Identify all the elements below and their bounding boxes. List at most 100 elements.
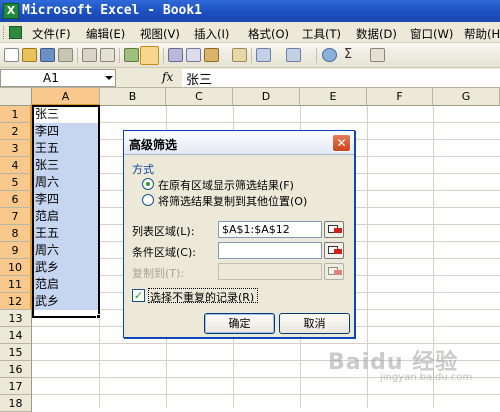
row-header[interactable]: 7 bbox=[0, 208, 32, 225]
menu-tools[interactable]: 工具(T) bbox=[302, 26, 341, 42]
unique-records-label[interactable]: 选择不重复的记录(R) bbox=[150, 289, 254, 305]
cell-a8[interactable]: 王五 bbox=[33, 225, 99, 242]
spelling-icon[interactable] bbox=[124, 48, 139, 62]
row-header[interactable]: 15 bbox=[0, 344, 32, 361]
row-header[interactable]: 10 bbox=[0, 259, 32, 276]
method-group-label: 方式 bbox=[132, 163, 154, 176]
save-icon[interactable] bbox=[40, 48, 55, 62]
column-header-d[interactable]: D bbox=[233, 88, 300, 106]
menu-grip-icon bbox=[3, 26, 6, 39]
autosum-icon[interactable]: Σ bbox=[344, 47, 352, 62]
cell-a2[interactable]: 李四 bbox=[33, 123, 99, 140]
chevron-down-icon[interactable] bbox=[105, 76, 113, 80]
column-header-g[interactable]: G bbox=[433, 88, 500, 106]
list-range-label: 列表区域(L): bbox=[132, 225, 195, 238]
list-range-input[interactable]: $A$1:$A$12 bbox=[218, 221, 322, 238]
collapse-dialog-icon[interactable] bbox=[324, 242, 344, 259]
row-header[interactable]: 8 bbox=[0, 225, 32, 242]
row-header[interactable]: 11 bbox=[0, 276, 32, 293]
row-header[interactable]: 4 bbox=[0, 157, 32, 174]
select-all-corner[interactable] bbox=[0, 88, 32, 106]
copy-to-input bbox=[218, 263, 322, 280]
advanced-filter-dialog: 高级筛选 ✕ 方式 在原有区域显示筛选结果(F) 将筛选结果复制到其他位置(O)… bbox=[123, 130, 355, 338]
cell-a1[interactable]: 张三 bbox=[33, 106, 99, 123]
row-header[interactable]: 14 bbox=[0, 327, 32, 344]
column-header-a[interactable]: A bbox=[32, 88, 100, 106]
criteria-range-input[interactable] bbox=[218, 242, 322, 259]
cut-icon[interactable] bbox=[168, 48, 183, 62]
radio-filter-in-place-label[interactable]: 在原有区域显示筛选结果(F) bbox=[158, 177, 294, 193]
menu-data[interactable]: 数据(D) bbox=[356, 26, 397, 42]
toolbar-separator bbox=[163, 48, 164, 63]
print-icon[interactable] bbox=[82, 48, 97, 62]
cell-a10[interactable]: 武乡 bbox=[33, 259, 99, 276]
window-title: Microsoft Excel - Book1 bbox=[22, 3, 203, 18]
radio-copy-to-label[interactable]: 将筛选结果复制到其他位置(O) bbox=[158, 193, 307, 209]
menu-help[interactable]: 帮助(H) bbox=[464, 26, 500, 42]
copy-to-label: 复制到(T): bbox=[132, 267, 185, 280]
row-header[interactable]: 6 bbox=[0, 191, 32, 208]
permission-icon[interactable] bbox=[58, 48, 73, 62]
unique-records-checkbox[interactable]: ✓ bbox=[132, 289, 145, 302]
cancel-button[interactable]: 取消 bbox=[279, 313, 350, 334]
sort-ascending-icon[interactable] bbox=[370, 48, 385, 62]
insert-function-icon[interactable]: fx bbox=[162, 70, 173, 84]
cell-a9[interactable]: 周六 bbox=[33, 242, 99, 259]
row-header[interactable]: 16 bbox=[0, 361, 32, 378]
menu-insert[interactable]: 插入(I) bbox=[194, 26, 229, 42]
row-header[interactable]: 3 bbox=[0, 140, 32, 157]
grid-line bbox=[99, 106, 100, 408]
menu-view[interactable]: 视图(V) bbox=[140, 26, 180, 42]
excel-logo-icon: X bbox=[3, 3, 19, 19]
collapse-dialog-icon[interactable] bbox=[324, 221, 344, 238]
workbook-icon[interactable] bbox=[9, 26, 22, 39]
menu-format[interactable]: 格式(O) bbox=[248, 26, 289, 42]
column-header-e[interactable]: E bbox=[300, 88, 367, 106]
row-header[interactable]: 18 bbox=[0, 395, 32, 412]
cell-a12[interactable]: 武乡 bbox=[33, 293, 99, 310]
row-header[interactable]: 13 bbox=[0, 310, 32, 327]
hyperlink-icon[interactable] bbox=[322, 48, 337, 62]
redo-icon[interactable] bbox=[286, 48, 301, 62]
radio-filter-in-place[interactable] bbox=[142, 178, 154, 190]
print-preview-icon[interactable] bbox=[100, 48, 115, 62]
dialog-title-bar[interactable]: 高级筛选 ✕ bbox=[124, 131, 354, 155]
fill-handle[interactable] bbox=[96, 314, 101, 319]
row-header[interactable]: 9 bbox=[0, 242, 32, 259]
cell-a7[interactable]: 范启 bbox=[33, 208, 99, 225]
copy-icon[interactable] bbox=[186, 48, 201, 62]
formula-bar: A1 fx 张三 bbox=[0, 68, 500, 88]
name-box-value: A1 bbox=[43, 71, 59, 85]
formula-input[interactable] bbox=[182, 69, 500, 87]
menu-file[interactable]: 文件(F) bbox=[32, 26, 71, 42]
cell-a4[interactable]: 张三 bbox=[33, 157, 99, 174]
row-header[interactable]: 5 bbox=[0, 174, 32, 191]
toolbar-separator bbox=[316, 48, 317, 63]
column-header-f[interactable]: F bbox=[367, 88, 433, 106]
row-header[interactable]: 1 bbox=[0, 106, 32, 123]
research-icon[interactable] bbox=[140, 46, 159, 65]
open-icon[interactable] bbox=[22, 48, 37, 62]
format-painter-icon[interactable] bbox=[232, 48, 247, 62]
new-icon[interactable] bbox=[4, 48, 19, 62]
cell-a11[interactable]: 范启 bbox=[33, 276, 99, 293]
toolbar-separator bbox=[77, 48, 78, 63]
column-header-c[interactable]: C bbox=[166, 88, 233, 106]
undo-icon[interactable] bbox=[256, 48, 271, 62]
menu-window[interactable]: 窗口(W) bbox=[410, 26, 453, 42]
cell-a5[interactable]: 周六 bbox=[33, 174, 99, 191]
close-icon[interactable]: ✕ bbox=[332, 134, 351, 152]
title-bar: X Microsoft Excel - Book1 bbox=[0, 0, 500, 22]
cell-a6[interactable]: 李四 bbox=[33, 191, 99, 208]
row-header[interactable]: 17 bbox=[0, 378, 32, 395]
name-box[interactable]: A1 bbox=[0, 69, 116, 87]
cell-a3[interactable]: 王五 bbox=[33, 140, 99, 157]
row-header[interactable]: 12 bbox=[0, 293, 32, 310]
ok-button[interactable]: 确定 bbox=[204, 313, 275, 334]
radio-copy-to[interactable] bbox=[142, 194, 154, 206]
paste-icon[interactable] bbox=[204, 48, 219, 62]
menu-edit[interactable]: 编辑(E) bbox=[86, 26, 125, 42]
row-header[interactable]: 2 bbox=[0, 123, 32, 140]
column-header-b[interactable]: B bbox=[100, 88, 166, 106]
formula-value: 张三 bbox=[186, 73, 213, 88]
